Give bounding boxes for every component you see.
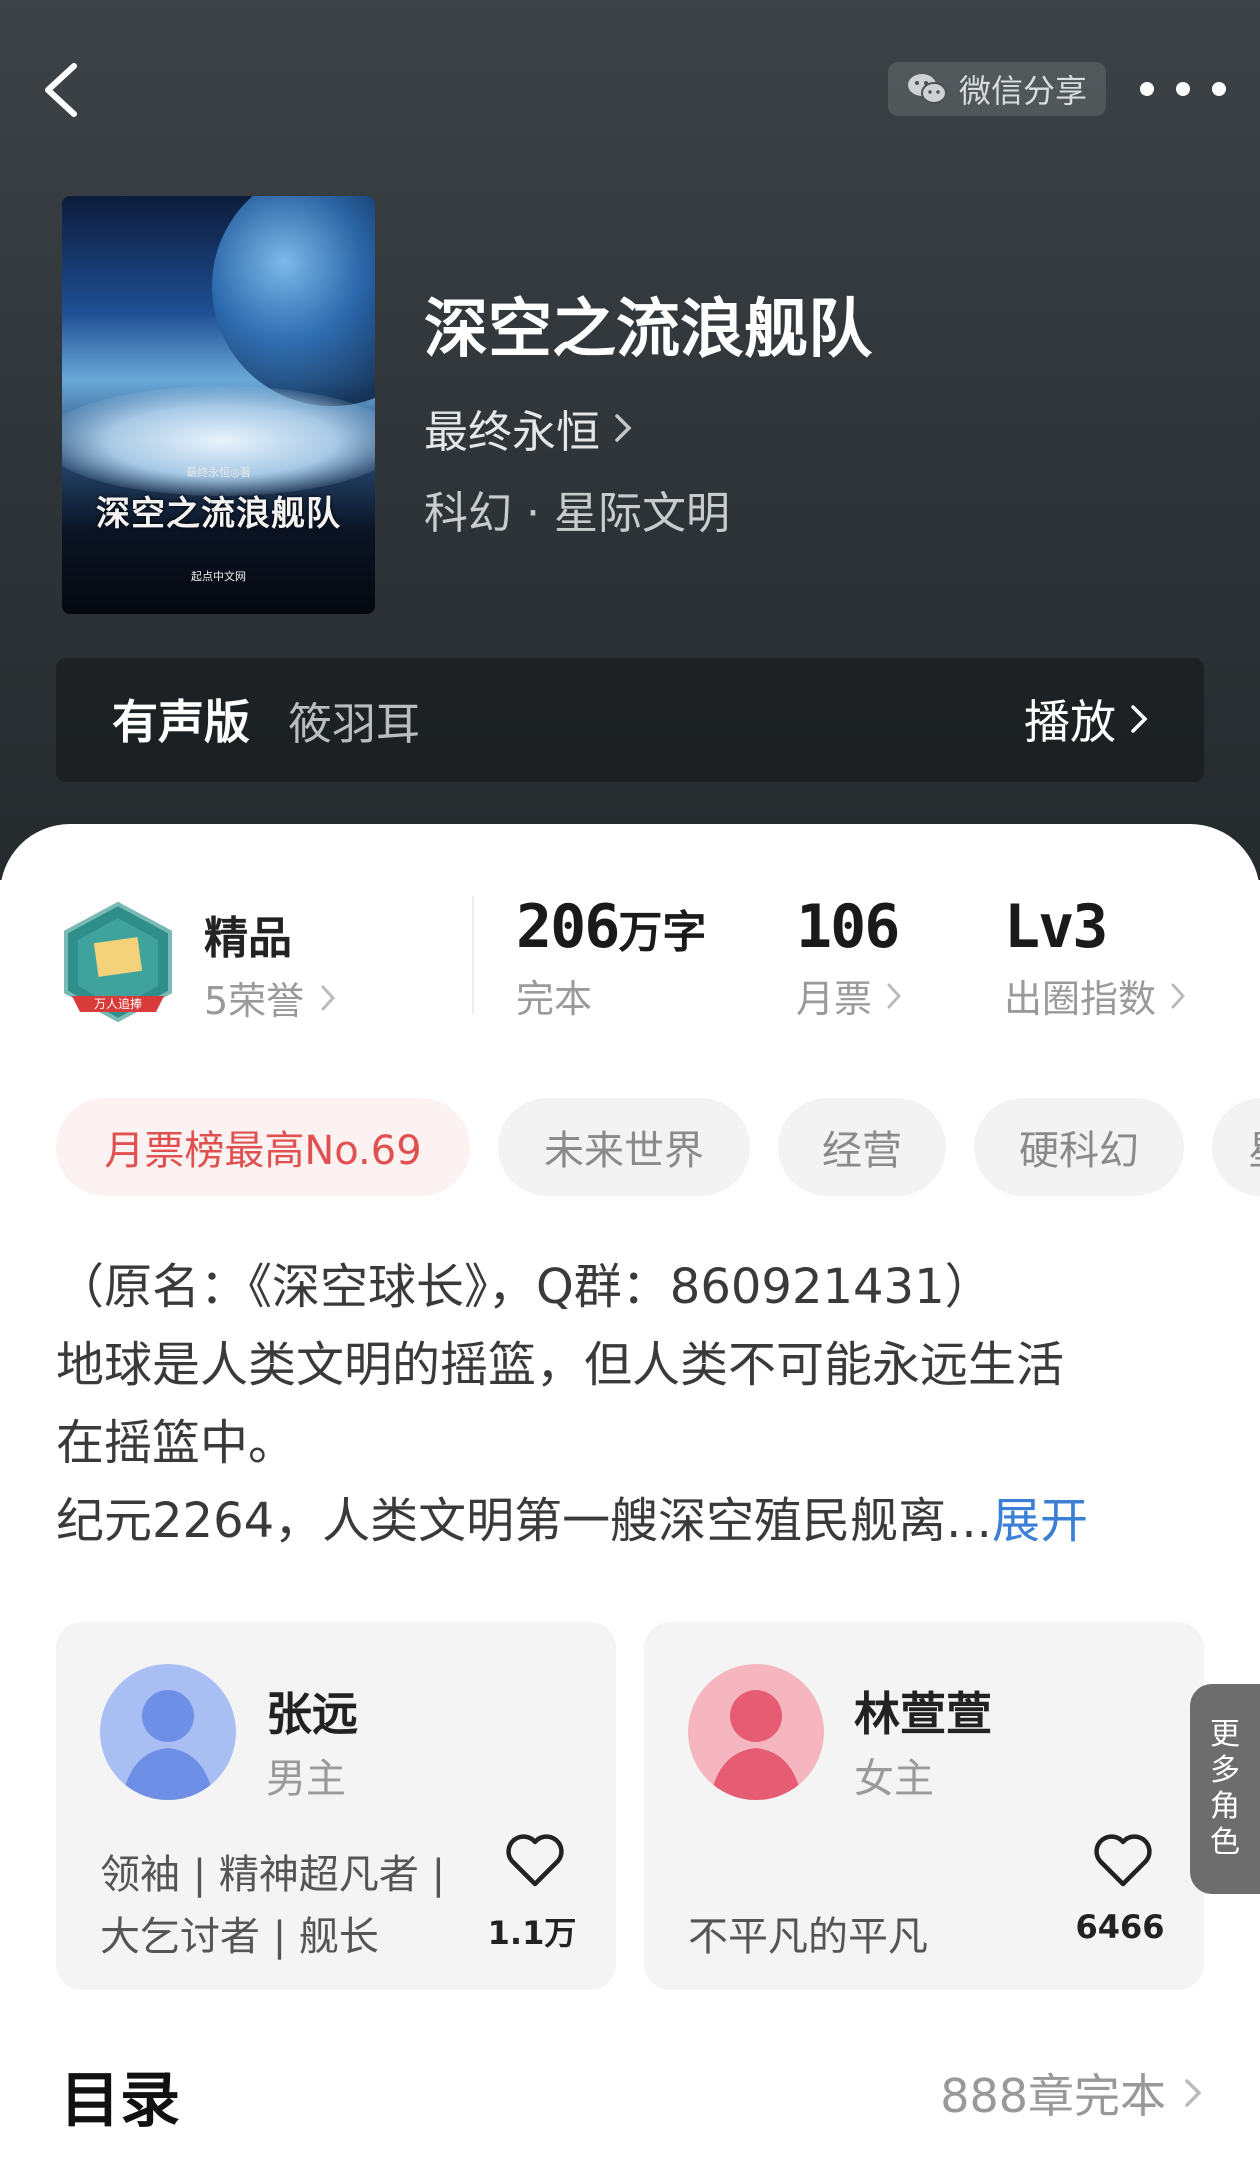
role-card[interactable]: 张远 男主 领袖 | 精神超凡者 | 大乞讨者 | 舰长 1.1万 xyxy=(56,1622,616,1990)
like-count: 1.1万 xyxy=(487,1914,577,1952)
honors-link[interactable]: 5荣誉 xyxy=(204,970,336,1025)
popularity-label: 出圈指数 xyxy=(1004,977,1157,1021)
stats-divider xyxy=(472,896,474,1014)
more-options-button[interactable] xyxy=(1140,62,1226,116)
audio-narrator: 筱羽耳 xyxy=(288,699,420,750)
monthly-votes-label: 月票 xyxy=(796,977,873,1021)
monthly-votes-stat[interactable]: 106 月票 xyxy=(796,892,902,1023)
description-line: （原名：《深空球长》，Q群：860921431） xyxy=(56,1259,993,1315)
description-line: 在摇篮中。 xyxy=(56,1415,297,1471)
heart-icon[interactable] xyxy=(504,1832,566,1888)
toc-title: 目录 xyxy=(60,2066,180,2136)
popularity-level: Lv3 xyxy=(1004,892,1108,962)
honors-count: 5荣誉 xyxy=(204,979,305,1023)
word-count-stat: 206万字 完本 xyxy=(516,892,706,1023)
toc-summary: 888章完本 xyxy=(940,2069,1166,2123)
more-icon xyxy=(1140,82,1154,96)
role-type: 女主 xyxy=(854,1756,934,1802)
tag-list: 月票榜最高No.69 未来世界 经营 硬科幻 星 xyxy=(56,1098,1260,1196)
quality-badge-icon[interactable]: 万人追捧 xyxy=(58,900,178,1026)
wechat-share-button[interactable]: 微信分享 xyxy=(888,62,1106,116)
word-count-unit: 万字 xyxy=(618,907,707,958)
back-arrow-icon xyxy=(45,63,77,117)
role-name: 林萱萱 xyxy=(854,1687,992,1741)
audio-version-bar[interactable]: 有声版 筱羽耳 播放 xyxy=(56,658,1204,782)
book-genre: 科幻 · 星际文明 xyxy=(424,488,730,539)
author-link[interactable]: 最终永恒 xyxy=(424,396,632,460)
role-tags: 领袖 | 精神超凡者 | 大乞讨者 | 舰长 xyxy=(100,1852,446,1960)
more-roles-button[interactable]: 更 多 角 色 xyxy=(1190,1684,1260,1894)
wechat-icon xyxy=(907,74,947,104)
avatar xyxy=(688,1664,824,1800)
role-type: 男主 xyxy=(266,1756,346,1802)
avatar xyxy=(100,1664,236,1800)
play-button[interactable]: 播放 xyxy=(1024,686,1148,752)
chevron-right-icon xyxy=(1171,983,1186,1008)
expand-link[interactable]: 展开 xyxy=(992,1493,1088,1549)
cover-title: 深空之流浪舰队 xyxy=(96,494,341,534)
book-description[interactable]: （原名：《深空球长》，Q群：860921431） 地球是人类文明的摇篮，但人类不… xyxy=(56,1248,1216,1560)
role-name: 张远 xyxy=(266,1687,358,1741)
description-line: 纪元2264，人类文明第一艘深空殖民舰离... xyxy=(56,1493,992,1549)
book-title: 深空之流浪舰队 xyxy=(424,292,872,367)
play-label: 播放 xyxy=(1024,695,1116,749)
role-card[interactable]: 林萱萱 女主 不平凡的平凡 6466 xyxy=(644,1622,1204,1990)
cover-author: 最终永恒◎著 xyxy=(186,466,251,479)
back-button[interactable] xyxy=(36,58,96,118)
chevron-right-icon xyxy=(1185,2079,1202,2107)
toc-link[interactable]: 888章完本 xyxy=(940,2060,1202,2126)
chevron-right-icon xyxy=(887,983,902,1008)
completion-status: 完本 xyxy=(516,977,593,1021)
chevron-right-icon xyxy=(321,985,336,1010)
tag-item[interactable]: 经营 xyxy=(778,1098,946,1196)
like-count: 6466 xyxy=(1075,1908,1165,1946)
heart-icon[interactable] xyxy=(1092,1832,1154,1888)
chevron-right-icon xyxy=(1131,705,1148,733)
book-header: 微信分享 最终永恒◎著 深空之流浪舰队 起点中文网 深空之流浪舰队 最终永恒 科… xyxy=(0,0,1260,880)
chevron-right-icon xyxy=(615,414,632,442)
tag-rank[interactable]: 月票榜最高No.69 xyxy=(56,1098,470,1196)
monthly-votes-number: 106 xyxy=(796,892,900,962)
role-tags: 不平凡的平凡 xyxy=(688,1914,928,1960)
quality-label: 精品 xyxy=(204,913,292,964)
audio-label: 有声版 xyxy=(112,695,250,749)
tag-item[interactable]: 未来世界 xyxy=(498,1098,750,1196)
author-name: 最终永恒 xyxy=(424,407,600,458)
description-line: 地球是人类文明的摇篮，但人类不可能永远生活 xyxy=(56,1337,1065,1393)
tag-item[interactable]: 星 xyxy=(1212,1098,1260,1196)
badge-text: 万人追捧 xyxy=(94,996,142,1011)
tag-item[interactable]: 硬科幻 xyxy=(974,1098,1184,1196)
word-count-number: 206 xyxy=(516,892,620,962)
share-label: 微信分享 xyxy=(958,72,1087,110)
cover-publisher: 起点中文网 xyxy=(191,570,246,583)
book-cover[interactable]: 最终永恒◎著 深空之流浪舰队 起点中文网 xyxy=(62,196,375,614)
popularity-index-stat[interactable]: Lv3 出圈指数 xyxy=(1004,892,1186,1023)
